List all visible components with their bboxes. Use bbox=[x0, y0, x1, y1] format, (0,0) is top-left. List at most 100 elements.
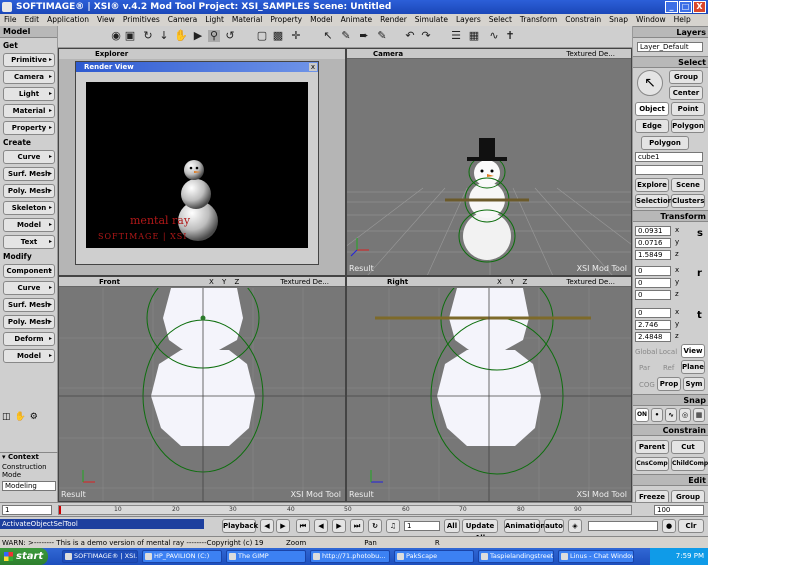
redo-icon[interactable]: ↷ bbox=[420, 30, 432, 42]
menu-simulate[interactable]: Simulate bbox=[415, 14, 448, 26]
ref-par-button[interactable]: Par bbox=[639, 364, 650, 372]
right-display-mode[interactable]: Textured De... bbox=[566, 277, 615, 287]
scene-button[interactable]: Scene bbox=[671, 178, 705, 192]
snap-surface-icon[interactable]: ◎ bbox=[679, 408, 691, 422]
task-softimage[interactable]: SOFTIMAGE® | XSI... bbox=[62, 550, 138, 563]
task-hp-pavilion[interactable]: HP_PAVILION (C:) bbox=[142, 550, 222, 563]
play-icon[interactable]: ▶ bbox=[332, 519, 346, 533]
create-text-button[interactable]: Text bbox=[3, 235, 55, 249]
clusters-button[interactable]: Clusters bbox=[671, 194, 705, 208]
parent-button[interactable]: Parent bbox=[635, 440, 669, 454]
create-model-button[interactable]: Model bbox=[3, 218, 55, 232]
viewport-right[interactable]: Right X Y Z Textured De... Result XSI Mo… bbox=[346, 276, 632, 502]
get-primitive-button[interactable]: Primitive bbox=[3, 53, 55, 67]
binoculars-icon[interactable]: ◉ bbox=[110, 30, 122, 42]
dolly-icon[interactable]: ▶ bbox=[192, 30, 204, 42]
select-paint-icon[interactable]: ✎ bbox=[340, 30, 352, 42]
current-frame-field[interactable]: 1 bbox=[404, 521, 440, 531]
menu-model[interactable]: Model bbox=[310, 14, 333, 26]
modify-component-button[interactable]: Component bbox=[3, 264, 55, 278]
rotate-mode-button[interactable]: r bbox=[697, 268, 702, 279]
menu-file[interactable]: File bbox=[4, 14, 17, 26]
prop-button[interactable]: Prop bbox=[657, 377, 681, 391]
layer-select[interactable]: Layer_Default bbox=[637, 42, 703, 52]
create-skeleton-button[interactable]: Skeleton bbox=[3, 201, 55, 215]
key-set-icon[interactable]: ● bbox=[662, 519, 676, 533]
timeline-end-field[interactable]: 100 bbox=[654, 505, 704, 515]
selection-name-field[interactable]: cube1 bbox=[635, 152, 703, 162]
minimize-button[interactable]: _ bbox=[665, 1, 678, 13]
hand-icon[interactable]: ✋ bbox=[15, 412, 26, 422]
center-icon[interactable]: ✛ bbox=[290, 30, 302, 42]
camera-display-mode[interactable]: Textured De... bbox=[566, 49, 615, 59]
translate-x-field[interactable]: 0 bbox=[635, 308, 671, 318]
scale-y-field[interactable]: 0.0716 bbox=[635, 238, 671, 248]
modify-deform-button[interactable]: Deform bbox=[3, 332, 55, 346]
snap-point-icon[interactable]: • bbox=[651, 408, 663, 422]
select-edge-button[interactable]: Edge bbox=[635, 119, 669, 133]
task-browser-2[interactable]: Taspielandingstreet... bbox=[478, 550, 554, 563]
translate-mode-button[interactable]: t bbox=[697, 310, 702, 321]
snap-on-toggle[interactable]: ON bbox=[635, 408, 649, 422]
down-arrow-icon[interactable]: ↓ bbox=[158, 30, 170, 42]
key-icon[interactable]: ◈ bbox=[568, 519, 582, 533]
menu-primitives[interactable]: Primitives bbox=[123, 14, 160, 26]
menu-view[interactable]: View bbox=[97, 14, 115, 26]
rotate-x-field[interactable]: 0 bbox=[635, 266, 671, 276]
maximize-button[interactable]: □ bbox=[679, 1, 692, 13]
construction-mode-select[interactable]: Modeling bbox=[2, 481, 56, 491]
render-view-close-icon[interactable]: x bbox=[309, 63, 317, 71]
menu-select[interactable]: Select bbox=[489, 14, 512, 26]
menu-animate[interactable]: Animate bbox=[341, 14, 372, 26]
modify-poly-mesh-button[interactable]: Poly. Mesh bbox=[3, 315, 55, 329]
first-frame-icon[interactable]: ◀ bbox=[260, 519, 274, 533]
ref-plane-button[interactable]: Plane bbox=[681, 360, 705, 374]
select-arrow-icon[interactable]: ↖ bbox=[322, 30, 334, 42]
select-polygon-button[interactable]: Polygon bbox=[671, 119, 705, 133]
roll-icon[interactable]: ↺ bbox=[224, 30, 236, 42]
frame-selection-icon[interactable]: ▩ bbox=[272, 30, 284, 42]
timeline-start-field[interactable]: 1 bbox=[2, 505, 52, 515]
explore-button[interactable]: Explore bbox=[635, 178, 669, 192]
animation-button[interactable]: Animation bbox=[504, 519, 545, 533]
viewport-explorer[interactable]: Explorer Render View x mental ray SOFTIM… bbox=[58, 48, 346, 276]
menu-material[interactable]: Material bbox=[232, 14, 262, 26]
front-viewport-name[interactable]: Front bbox=[99, 277, 120, 287]
menu-light[interactable]: Light bbox=[205, 14, 224, 26]
clear-key-icon[interactable]: Clr bbox=[678, 519, 704, 533]
create-poly-mesh-button[interactable]: Poly. Mesh bbox=[3, 184, 55, 198]
translate-y-field[interactable]: 2.746 bbox=[635, 320, 671, 330]
all-button[interactable]: All bbox=[444, 519, 460, 533]
select-lasso-icon[interactable]: ➨ bbox=[358, 30, 370, 42]
command-line[interactable]: ActivateObjectSelTool bbox=[0, 519, 204, 529]
fcurve-icon[interactable]: ∿ bbox=[488, 30, 500, 42]
frame-all-icon[interactable]: ▢ bbox=[256, 30, 268, 42]
get-camera-button[interactable]: Camera bbox=[3, 70, 55, 84]
right-viewport-name[interactable]: Right bbox=[387, 277, 408, 287]
update-all-button[interactable]: Update All bbox=[462, 519, 498, 542]
render-view-window[interactable]: Render View x mental ray SOFTIMAGE | XSI bbox=[75, 61, 319, 265]
snap-curve-icon[interactable]: ∿ bbox=[665, 408, 677, 422]
snap-grid-icon[interactable]: ▦ bbox=[693, 408, 705, 422]
create-curve-button[interactable]: Curve bbox=[3, 150, 55, 164]
ref-local-button[interactable]: Local bbox=[659, 348, 677, 356]
audio-icon[interactable]: ♫ bbox=[386, 519, 400, 533]
menu-camera[interactable]: Camera bbox=[168, 14, 197, 26]
timeline-playhead[interactable] bbox=[59, 506, 61, 514]
viewport-front[interactable]: Front X Y Z Textured De... Result XSI Mo… bbox=[58, 276, 346, 502]
ref-ref-button[interactable]: Ref bbox=[663, 364, 674, 372]
translate-z-field[interactable]: 2.4848 bbox=[635, 332, 671, 342]
rotate-z-field[interactable]: 0 bbox=[635, 290, 671, 300]
select-tool-arrow-icon[interactable]: ↖ bbox=[637, 70, 663, 96]
camera-viewport-name[interactable]: Camera bbox=[373, 49, 403, 59]
rotate-y-field[interactable]: 0 bbox=[635, 278, 671, 288]
front-display-mode[interactable]: Textured De... bbox=[280, 277, 329, 287]
timeline-slider[interactable]: 10 20 30 40 50 60 70 80 90 bbox=[58, 505, 632, 515]
cnscomp-button[interactable]: CnsComp bbox=[635, 457, 669, 471]
create-surf-mesh-button[interactable]: Surf. Mesh bbox=[3, 167, 55, 181]
selection-button[interactable]: Selection bbox=[635, 194, 673, 208]
pan-hand-icon[interactable]: ✋ bbox=[174, 30, 188, 42]
menu-application[interactable]: Application bbox=[47, 14, 89, 26]
prev-key-icon[interactable]: ◀ bbox=[314, 519, 328, 533]
scale-x-field[interactable]: 0.0931 bbox=[635, 226, 671, 236]
